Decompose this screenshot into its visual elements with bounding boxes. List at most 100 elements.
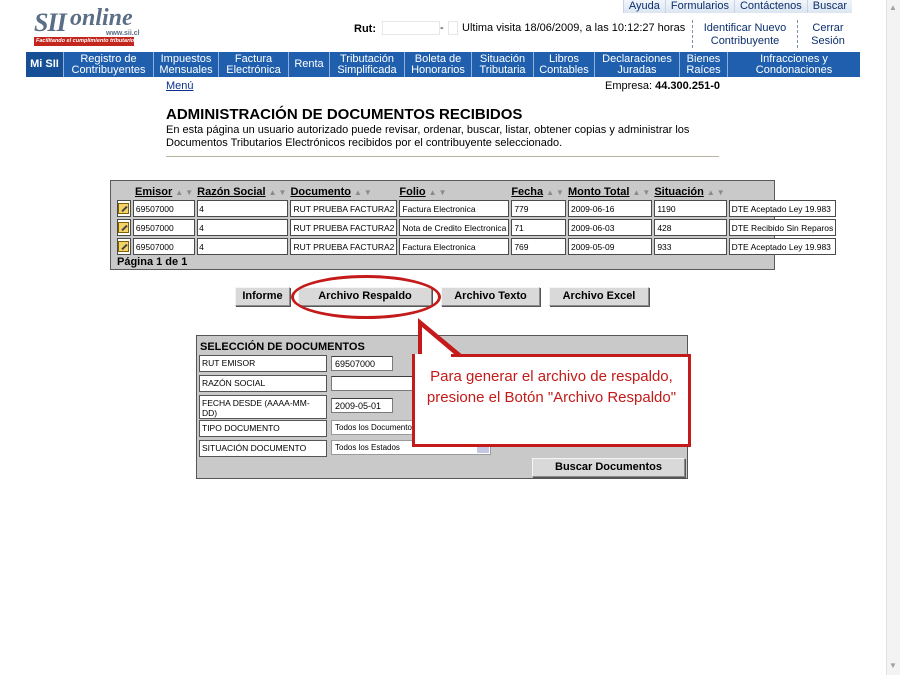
cell-dv: 4: [197, 200, 289, 217]
cell-folio: 71: [511, 219, 566, 236]
nav-item-impuestos[interactable]: Impuestos Mensuales: [154, 52, 219, 77]
fecha-desde-input[interactable]: 2009-05-01: [331, 398, 393, 413]
callout-box: Para generar el archivo de respaldo, pre…: [412, 354, 691, 447]
cell-situacion: DTE Aceptado Ley 19.983: [728, 238, 837, 255]
scroll-down-icon[interactable]: ▼: [889, 661, 897, 670]
documents-table: Emisor ▲▼ Razón Social ▲▼ Documento ▲▼ Foli…: [115, 183, 838, 257]
col-razon-header[interactable]: Razón Social ▲▼: [197, 185, 288, 198]
empresa-info: Empresa: 44.300.251-0: [605, 80, 720, 92]
cell-emisor: 69507000: [132, 219, 196, 236]
rut-emisor-label: RUT EMISOR: [199, 355, 327, 372]
table-header-row: Emisor ▲▼ Razón Social ▲▼ Documento ▲▼ Foli…: [117, 185, 836, 198]
menu-link[interactable]: Menú: [166, 80, 194, 92]
top-link-buscar[interactable]: Buscar: [806, 0, 852, 13]
sort-arrows-icon[interactable]: ▲▼: [269, 188, 289, 197]
sii-online-logo[interactable]: SII online www.sii.cl Facilitando el cum…: [30, 5, 140, 46]
rut-dv-box: [448, 21, 458, 35]
sort-arrows-icon[interactable]: ▲▼: [429, 188, 449, 197]
cell-dv: 4: [197, 219, 289, 236]
cell-monto: 428: [654, 219, 727, 236]
tipo-documento-label: TIPO DOCUMENTO: [199, 420, 327, 437]
nav-item-libros[interactable]: Libros Contables: [534, 52, 595, 77]
fecha-desde-label: FECHA DESDE (AAAA-MM-DD): [199, 395, 327, 419]
page-title: ADMINISTRACIÓN DE DOCUMENTOS RECIBIDOS: [166, 106, 523, 123]
cell-monto: 933: [654, 238, 727, 255]
col-folio-header[interactable]: Folio ▲▼: [399, 185, 509, 198]
page-description: En esta página un usuario autorizado pue…: [166, 124, 690, 149]
col-emisor-header[interactable]: Emisor ▲▼: [117, 185, 195, 198]
cell-folio: 779: [511, 200, 566, 217]
callout-joint: [415, 354, 451, 357]
col-documento-header[interactable]: Documento ▲▼: [290, 185, 397, 198]
table-row: 69507000 4 RUT PRUEBA FACTURA2 Factura E…: [117, 238, 837, 255]
cell-dv: 4: [197, 238, 289, 255]
edit-icon[interactable]: [117, 219, 131, 236]
rut-separator: -: [440, 22, 444, 34]
top-links: Ayuda Formularios Contáctenos Buscar: [622, 0, 852, 13]
rut-emisor-input[interactable]: 69507000: [331, 356, 393, 371]
nav-item-renta[interactable]: Renta: [289, 52, 330, 77]
empresa-value: 44.300.251-0: [655, 80, 720, 92]
logo-slogan: Facilitando el cumplimiento tributario: [34, 37, 134, 46]
nav-item-registro[interactable]: Registro de Contribuyentes: [64, 52, 154, 77]
sort-arrows-icon[interactable]: ▲▼: [175, 188, 195, 197]
header-divider: [797, 20, 798, 48]
sort-arrows-icon[interactable]: ▲▼: [354, 188, 374, 197]
buscar-documentos-button[interactable]: Buscar Documentos: [532, 458, 685, 477]
top-link-ayuda[interactable]: Ayuda: [622, 0, 665, 13]
nav-item-bienes[interactable]: Bienes Raíces: [680, 52, 728, 77]
logo-online-text: online: [70, 5, 133, 31]
archivo-texto-button[interactable]: Archivo Texto: [441, 287, 540, 306]
cell-situacion: DTE Recibido Sin Reparos: [728, 219, 837, 236]
cell-documento: Nota de Credito Electronica: [399, 219, 510, 236]
highlight-circle: [291, 275, 441, 319]
top-link-formularios[interactable]: Formularios: [664, 0, 734, 13]
informe-button[interactable]: Informe: [235, 287, 290, 306]
cell-situacion: DTE Aceptado Ley 19.983: [728, 200, 837, 217]
sort-arrows-icon[interactable]: ▲▼: [546, 188, 566, 197]
vertical-scrollbar[interactable]: [886, 0, 900, 675]
identify-new-taxpayer-link[interactable]: Identificar Nuevo Contribuyente: [700, 22, 790, 48]
nav-item-factura[interactable]: Factura Electrónica: [219, 52, 289, 77]
last-visit-text: Ultima visita 18/06/2009, a las 10:12:27…: [462, 22, 686, 34]
edit-icon[interactable]: [117, 200, 131, 217]
site-header: SII online www.sii.cl Facilitando el cum…: [0, 0, 886, 52]
nav-item-declaraciones[interactable]: Declaraciones Juradas: [595, 52, 680, 77]
cell-razon: RUT PRUEBA FACTURA2: [290, 219, 398, 236]
cell-documento: Factura Electronica: [399, 238, 510, 255]
col-situacion-header[interactable]: Situación ▲▼: [654, 185, 726, 198]
cell-documento: Factura Electronica: [399, 200, 510, 217]
panel-title: SELECCIÓN DE DOCUMENTOS: [200, 341, 365, 353]
edit-icon[interactable]: [117, 238, 131, 255]
logo-sii-text: SII: [34, 8, 67, 37]
razon-social-label: RAZÓN SOCIAL: [199, 375, 327, 392]
col-fecha-header[interactable]: Fecha ▲▼: [511, 185, 566, 198]
divider: [166, 156, 719, 157]
logo-url: www.sii.cl: [106, 30, 140, 37]
cell-emisor: 69507000: [132, 200, 196, 217]
nav-item-boleta[interactable]: Boleta de Honorarios: [405, 52, 472, 77]
cell-monto: 1190: [654, 200, 727, 217]
archivo-excel-button[interactable]: Archivo Excel: [549, 287, 649, 306]
sort-arrows-icon[interactable]: ▲▼: [707, 188, 727, 197]
col-monto-header[interactable]: Monto Total ▲▼: [568, 185, 652, 198]
scroll-up-icon[interactable]: ▲: [889, 3, 897, 12]
nav-item-mi-sii[interactable]: Mi SII: [26, 52, 64, 77]
callout-text: Para generar el archivo de respaldo, pre…: [415, 357, 688, 444]
pager-text: Página 1 de 1: [117, 256, 188, 268]
top-link-contactenos[interactable]: Contáctenos: [733, 0, 807, 13]
cell-razon: RUT PRUEBA FACTURA2: [290, 200, 398, 217]
cell-razon: RUT PRUEBA FACTURA2: [290, 238, 398, 255]
empresa-label: Empresa:: [605, 80, 653, 92]
rut-label: Rut:: [354, 23, 376, 35]
nav-item-infracciones[interactable]: Infracciones y Condonaciones: [728, 52, 860, 77]
cell-fecha: 2009-06-03: [567, 219, 653, 236]
cell-folio: 769: [511, 238, 566, 255]
logout-link[interactable]: Cerrar Sesión: [803, 22, 853, 48]
table-row: 69507000 4 RUT PRUEBA FACTURA2 Nota de C…: [117, 219, 837, 236]
header-divider: [692, 20, 693, 48]
sort-arrows-icon[interactable]: ▲▼: [632, 188, 652, 197]
nav-item-tributacion[interactable]: Tributación Simplificada: [330, 52, 405, 77]
documents-grid: Emisor ▲▼ Razón Social ▲▼ Documento ▲▼ Foli…: [110, 180, 837, 270]
nav-item-situacion[interactable]: Situación Tributaria: [472, 52, 534, 77]
